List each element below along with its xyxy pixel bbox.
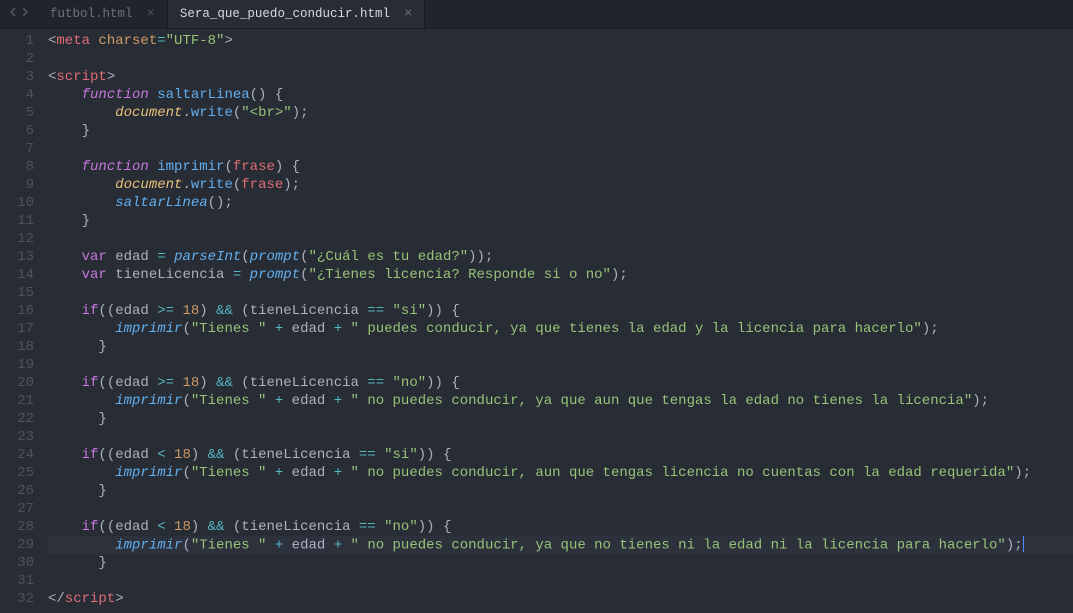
code-line: document.write(frase); — [48, 176, 1073, 194]
line-number: 14 — [0, 266, 34, 284]
line-number: 27 — [0, 500, 34, 518]
line-number: 20 — [0, 374, 34, 392]
code-line: function imprimir(frase) { — [48, 158, 1073, 176]
code-line: } — [48, 122, 1073, 140]
code-line: var tieneLicencia = prompt("¿Tienes lice… — [48, 266, 1073, 284]
close-icon[interactable]: × — [147, 7, 155, 21]
code-line: if((edad >= 18) && (tieneLicencia == "no… — [48, 374, 1073, 392]
code-line — [48, 140, 1073, 158]
line-number: 11 — [0, 212, 34, 230]
line-number: 15 — [0, 284, 34, 302]
line-number: 10 — [0, 194, 34, 212]
code-line: } — [48, 410, 1073, 428]
text-cursor — [1023, 536, 1024, 552]
line-number: 12 — [0, 230, 34, 248]
code-line: if((edad < 18) && (tieneLicencia == "si"… — [48, 446, 1073, 464]
line-number: 1 — [0, 32, 34, 50]
code-line: <script> — [48, 68, 1073, 86]
code-line — [48, 356, 1073, 374]
code-line: saltarLinea(); — [48, 194, 1073, 212]
line-number: 3 — [0, 68, 34, 86]
line-number: 19 — [0, 356, 34, 374]
line-number: 16 — [0, 302, 34, 320]
line-number: 21 — [0, 392, 34, 410]
code-line: } — [48, 482, 1073, 500]
code-line: } — [48, 554, 1073, 572]
line-number: 18 — [0, 338, 34, 356]
line-number: 31 — [0, 572, 34, 590]
line-number: 26 — [0, 482, 34, 500]
line-number: 24 — [0, 446, 34, 464]
line-number: 29 — [0, 536, 34, 554]
line-number: 22 — [0, 410, 34, 428]
tab-bar: futbol.html × Sera_que_puedo_conducir.ht… — [0, 0, 1073, 29]
line-number: 25 — [0, 464, 34, 482]
code-line — [48, 230, 1073, 248]
code-line: if((edad >= 18) && (tieneLicencia == "si… — [48, 302, 1073, 320]
code-line — [48, 428, 1073, 446]
code-line: imprimir("Tienes " + edad + " no puedes … — [48, 392, 1073, 410]
tab-futbol[interactable]: futbol.html × — [38, 0, 168, 28]
code-content[interactable]: <meta charset="UTF-8"> <script> function… — [48, 29, 1073, 613]
line-number: 17 — [0, 320, 34, 338]
code-line: imprimir("Tienes " + edad + " no puedes … — [48, 464, 1073, 482]
line-number: 7 — [0, 140, 34, 158]
code-line: } — [48, 212, 1073, 230]
line-number: 13 — [0, 248, 34, 266]
code-line: imprimir("Tienes " + edad + " puedes con… — [48, 320, 1073, 338]
code-line: document.write("<br>"); — [48, 104, 1073, 122]
tab-label: Sera_que_puedo_conducir.html — [180, 7, 390, 21]
close-icon[interactable]: × — [404, 7, 412, 21]
code-line — [48, 50, 1073, 68]
nav-arrows — [0, 6, 38, 22]
code-line — [48, 284, 1073, 302]
line-number-gutter: 1234567891011121314151617181920212223242… — [0, 29, 48, 613]
code-line: function saltarLinea() { — [48, 86, 1073, 104]
code-line: if((edad < 18) && (tieneLicencia == "no"… — [48, 518, 1073, 536]
line-number: 5 — [0, 104, 34, 122]
tab-sera-que-puedo-conducir[interactable]: Sera_que_puedo_conducir.html × — [168, 0, 425, 28]
line-number: 8 — [0, 158, 34, 176]
nav-forward-icon[interactable] — [20, 6, 30, 22]
line-number: 6 — [0, 122, 34, 140]
nav-back-icon[interactable] — [8, 6, 18, 22]
code-line — [48, 500, 1073, 518]
code-line — [48, 572, 1073, 590]
line-number: 4 — [0, 86, 34, 104]
line-number: 9 — [0, 176, 34, 194]
code-line: } — [48, 338, 1073, 356]
line-number: 32 — [0, 590, 34, 608]
line-number: 23 — [0, 428, 34, 446]
tab-label: futbol.html — [50, 7, 133, 21]
editor-area[interactable]: 1234567891011121314151617181920212223242… — [0, 29, 1073, 613]
code-line: </script> — [48, 590, 1073, 608]
code-line: imprimir("Tienes " + edad + " no puedes … — [48, 536, 1073, 554]
code-line: <meta charset="UTF-8"> — [48, 32, 1073, 50]
line-number: 30 — [0, 554, 34, 572]
line-number: 28 — [0, 518, 34, 536]
code-line: var edad = parseInt(prompt("¿Cuál es tu … — [48, 248, 1073, 266]
line-number: 2 — [0, 50, 34, 68]
